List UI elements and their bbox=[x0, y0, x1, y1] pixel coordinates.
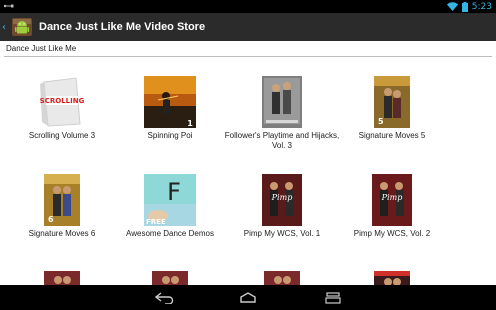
recent-apps-button[interactable] bbox=[313, 285, 353, 310]
video-tile[interactable] bbox=[0, 271, 124, 285]
svg-text:FREE: FREE bbox=[146, 218, 166, 226]
svg-text:1: 1 bbox=[187, 119, 193, 128]
video-cover: Pimp bbox=[366, 174, 418, 226]
battery-icon bbox=[461, 1, 468, 12]
svg-text:5: 5 bbox=[378, 117, 384, 126]
svg-text:F: F bbox=[167, 178, 181, 206]
video-tile[interactable]: 5 Signature Moves 5 bbox=[330, 76, 454, 141]
home-icon bbox=[240, 291, 256, 303]
video-title: Signature Moves 5 bbox=[358, 131, 426, 140]
video-store-content[interactable]: Dance Just Like Me SCROLLING Scrolling V… bbox=[0, 41, 496, 285]
video-cover: SCROLLING bbox=[36, 76, 88, 128]
android-icon[interactable] bbox=[11, 16, 33, 38]
video-tile[interactable]: Follower's Playtime and Hijacks, Vol. 3 bbox=[220, 76, 344, 151]
video-cover: 5 bbox=[366, 76, 418, 128]
svg-text:6: 6 bbox=[48, 215, 54, 224]
video-tile[interactable]: Pimp Pimp My WCS, Vol. 2 bbox=[330, 174, 454, 239]
navigation-bar bbox=[0, 285, 496, 310]
recent-apps-icon bbox=[325, 291, 341, 304]
back-caret-icon[interactable]: ‹ bbox=[2, 22, 10, 33]
video-title: Follower's Playtime and Hijacks, Vol. 3 bbox=[224, 131, 340, 150]
svg-text:SCROLLING: SCROLLING bbox=[40, 97, 85, 105]
wifi-icon bbox=[446, 2, 458, 11]
video-tile[interactable]: Pimp Pimp My WCS, Vol. 1 bbox=[220, 174, 344, 239]
video-title: Awesome Dance Demos bbox=[126, 229, 214, 238]
video-cover bbox=[264, 271, 300, 285]
back-button[interactable] bbox=[145, 285, 185, 310]
video-cover bbox=[44, 271, 80, 285]
video-cover bbox=[374, 271, 410, 285]
app-screen: 5:23 ‹ Dance Just Like Me Video Store Da… bbox=[0, 0, 496, 310]
video-tile[interactable] bbox=[220, 271, 344, 285]
video-title: Spinning Poi bbox=[147, 131, 193, 140]
video-grid: SCROLLING Scrolling Volume 3 1 Spinning … bbox=[0, 41, 496, 285]
video-tile[interactable]: SCROLLING Scrolling Volume 3 bbox=[0, 76, 124, 141]
usb-icon bbox=[4, 4, 14, 8]
video-tile[interactable] bbox=[330, 271, 454, 285]
svg-text:Pimp: Pimp bbox=[381, 193, 403, 202]
clock: 5:23 bbox=[471, 1, 492, 12]
video-cover: Pimp bbox=[256, 174, 308, 226]
video-title: Signature Moves 6 bbox=[28, 229, 96, 238]
video-cover: 1 bbox=[144, 76, 196, 128]
home-button[interactable] bbox=[228, 285, 268, 310]
video-cover bbox=[152, 271, 188, 285]
back-icon bbox=[155, 291, 174, 304]
app-title: Dance Just Like Me Video Store bbox=[39, 21, 206, 33]
video-cover: 6 bbox=[36, 174, 88, 226]
video-tile[interactable]: F FREE Awesome Dance Demos bbox=[108, 174, 232, 239]
video-title: Pimp My WCS, Vol. 1 bbox=[243, 229, 321, 238]
video-title: Scrolling Volume 3 bbox=[28, 131, 96, 140]
video-cover bbox=[256, 76, 308, 128]
status-bar: 5:23 bbox=[0, 0, 496, 13]
video-cover: F FREE bbox=[144, 174, 196, 226]
action-bar: ‹ Dance Just Like Me Video Store bbox=[0, 13, 496, 41]
video-title: Pimp My WCS, Vol. 2 bbox=[353, 229, 431, 238]
video-tile[interactable] bbox=[108, 271, 232, 285]
video-tile[interactable]: 1 Spinning Poi bbox=[108, 76, 232, 141]
video-tile[interactable]: 6 Signature Moves 6 bbox=[0, 174, 124, 239]
svg-text:Pimp: Pimp bbox=[271, 193, 293, 202]
